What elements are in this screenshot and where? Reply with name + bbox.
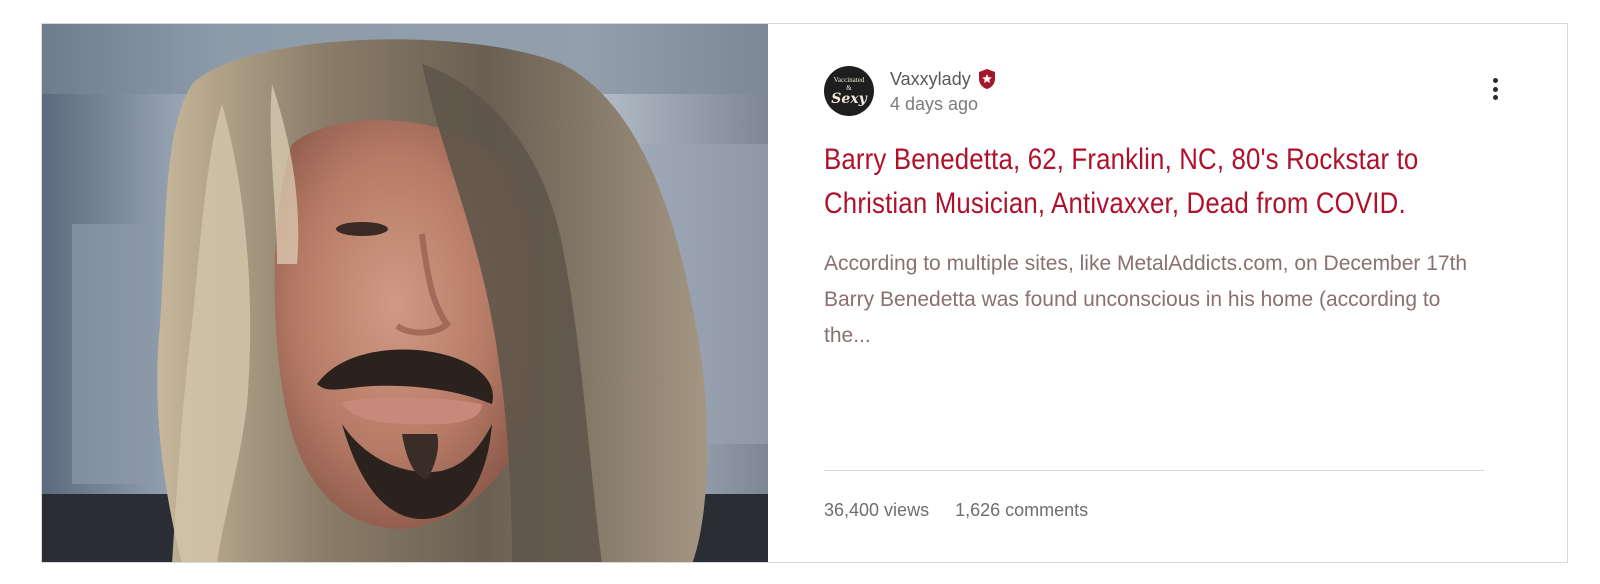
post-cover-photo [42, 24, 768, 562]
author-name[interactable]: Vaxxylady [890, 69, 971, 90]
admin-star-badge-icon [977, 68, 997, 90]
comments-count[interactable]: 1,626 comments [955, 500, 1088, 521]
views-count: 36,400 views [824, 500, 930, 520]
menu-dot [1492, 86, 1498, 92]
post-content: Vaccinated & Sexy Vaxxylady 4 days ago B… [768, 24, 1567, 562]
menu-dot [1492, 95, 1498, 100]
post-title[interactable]: Barry Benedetta, 62, Franklin, NC, 80's … [824, 138, 1478, 226]
divider [824, 470, 1484, 471]
post-cover-image[interactable] [42, 24, 768, 562]
author-meta: Vaxxylady 4 days ago [890, 67, 997, 115]
post-excerpt[interactable]: According to multiple sites, like MetalA… [824, 246, 1484, 354]
post-time: 4 days ago [890, 94, 979, 114]
menu-dot [1492, 78, 1498, 83]
author-row: Vaccinated & Sexy Vaxxylady 4 days ago [824, 66, 997, 116]
post-stats: 36,400 views 1,626 comments [824, 500, 1114, 521]
author-line: Vaxxylady [890, 67, 997, 91]
author-avatar[interactable]: Vaccinated & Sexy [824, 66, 874, 116]
avatar-text-bottom: Sexy [831, 91, 867, 107]
blog-post-card[interactable]: Vaccinated & Sexy Vaxxylady 4 days ago B… [41, 23, 1568, 563]
avatar-text-top: Vaccinated [833, 76, 865, 84]
more-vertical-icon[interactable] [1485, 78, 1505, 100]
